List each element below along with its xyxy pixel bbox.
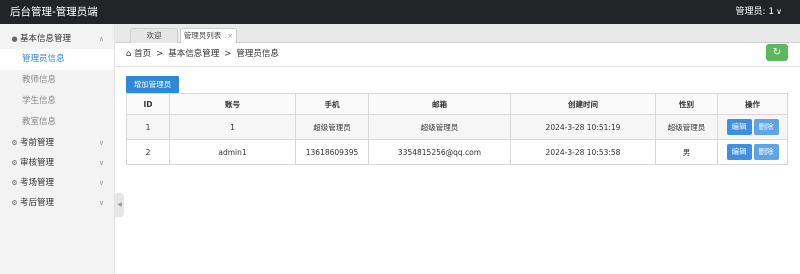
user-icon: ● xyxy=(11,35,18,43)
home-icon: ⌂ xyxy=(126,49,132,59)
gear-icon: ⚙ xyxy=(11,199,18,207)
table-header-row: ID 账号 手机 邮箱 创建时间 性别 操作 xyxy=(126,93,788,115)
sidebar-group-label: 审核管理 xyxy=(20,158,55,168)
sidebar-group-label: 考场管理 xyxy=(20,178,55,188)
app-title: 后台管理-管理员端 xyxy=(10,6,98,18)
gear-icon: ⚙ xyxy=(11,159,18,167)
sidebar: ● 基本信息管理 ∧ 管理员信息 教师信息 学生信息 教室信息 ⚙ 考前管理 ∨ ⚙… xyxy=(0,24,115,274)
breadcrumb-separator: > xyxy=(224,49,232,59)
column-header-phone: 手机 xyxy=(295,93,369,115)
cell-account: 1 xyxy=(169,114,296,140)
gear-icon: ⚙ xyxy=(11,179,18,187)
user-label: 管理员: 1 xyxy=(735,7,775,17)
sidebar-group-review[interactable]: ⚙ 审核管理 ∨ xyxy=(0,153,114,173)
edit-button[interactable]: 编辑 xyxy=(726,144,752,160)
tab-welcome[interactable]: 欢迎 xyxy=(130,28,178,43)
top-bar: 后台管理-管理员端 管理员: 1 ∨ xyxy=(0,0,800,24)
cell-account: admin1 xyxy=(169,139,296,165)
chevron-up-icon: ∧ xyxy=(98,35,104,43)
column-header-account: 账号 xyxy=(169,93,296,115)
cell-email: 超级管理员 xyxy=(368,114,511,140)
add-admin-button[interactable]: 增加管理员 xyxy=(126,76,179,93)
sidebar-item-admin-info[interactable]: 管理员信息 xyxy=(0,49,114,70)
chevron-down-icon: ∨ xyxy=(776,7,782,16)
refresh-button[interactable]: ↻ xyxy=(766,44,788,61)
cell-gender: 超级管理员 xyxy=(655,114,718,140)
chevron-down-icon: ∨ xyxy=(98,199,104,207)
cell-id: 1 xyxy=(126,114,170,140)
cell-id: 2 xyxy=(126,139,170,165)
sidebar-group-exam-room[interactable]: ⚙ 考场管理 ∨ xyxy=(0,173,114,193)
sidebar-item-student-info[interactable]: 学生信息 xyxy=(0,91,114,112)
gear-icon: ⚙ xyxy=(11,139,18,147)
column-header-created-time: 创建时间 xyxy=(510,93,656,115)
tab-bar: 欢迎 管理员列表 × xyxy=(115,24,800,43)
tab-label: 欢迎 xyxy=(146,31,162,40)
tab-admin-list[interactable]: 管理员列表 × xyxy=(180,28,237,43)
breadcrumb-separator: > xyxy=(156,49,164,59)
sidebar-group-pre-exam[interactable]: ⚙ 考前管理 ∨ xyxy=(0,133,114,153)
cell-email: 3354815256@qq.com xyxy=(368,139,511,165)
sidebar-group-label: 基本信息管理 xyxy=(20,34,72,44)
column-header-id: ID xyxy=(126,93,170,115)
breadcrumb-level1[interactable]: 基本信息管理 xyxy=(168,49,219,59)
chevron-down-icon: ∨ xyxy=(98,179,104,187)
sidebar-item-teacher-info[interactable]: 教师信息 xyxy=(0,70,114,91)
user-menu[interactable]: 管理员: 1 ∨ xyxy=(736,0,782,24)
table-row: 2 admin1 13618609395 3354815256@qq.com 2… xyxy=(126,139,788,165)
sidebar-item-classroom-info[interactable]: 教室信息 xyxy=(0,112,114,133)
cell-created-time: 2024-3-28 10:51:19 xyxy=(510,114,656,140)
sidebar-collapse-toggle[interactable]: ◀ xyxy=(115,193,124,217)
delete-button[interactable]: 删除 xyxy=(753,119,779,135)
cell-created-time: 2024-3-28 10:53:58 xyxy=(510,139,656,165)
column-header-email: 邮箱 xyxy=(368,93,511,115)
breadcrumb: ⌂ 首页 > 基本信息管理 > 管理员信息 xyxy=(126,48,279,60)
admin-table: ID 账号 手机 邮箱 创建时间 性别 操作 1 1 超级管理员 超级管理员 2… xyxy=(126,93,788,165)
chevron-down-icon: ∨ xyxy=(98,159,104,167)
sidebar-group-basic-info[interactable]: ● 基本信息管理 ∧ xyxy=(0,29,114,49)
edit-button[interactable]: 编辑 xyxy=(726,119,752,135)
column-header-actions: 操作 xyxy=(717,93,788,115)
cell-actions: 编辑 删除 xyxy=(717,139,788,165)
sidebar-group-label: 考前管理 xyxy=(20,138,55,148)
sidebar-group-post-exam[interactable]: ⚙ 考后管理 ∨ xyxy=(0,193,114,213)
chevron-down-icon: ∨ xyxy=(98,139,104,147)
refresh-icon: ↻ xyxy=(772,47,782,58)
cell-phone: 超级管理员 xyxy=(295,114,369,140)
delete-button[interactable]: 删除 xyxy=(753,144,779,160)
tab-label: 管理员列表 xyxy=(183,31,222,40)
cell-phone: 13618609395 xyxy=(295,139,369,165)
cell-gender: 男 xyxy=(655,139,718,165)
content-divider xyxy=(115,66,800,67)
close-icon[interactable]: × xyxy=(227,32,233,40)
breadcrumb-current: 管理员信息 xyxy=(236,49,279,59)
cell-actions: 编辑 删除 xyxy=(717,114,788,140)
column-header-gender: 性别 xyxy=(655,93,718,115)
table-row: 1 1 超级管理员 超级管理员 2024-3-28 10:51:19 超级管理员… xyxy=(126,114,788,140)
sidebar-group-label: 考后管理 xyxy=(20,198,55,208)
breadcrumb-home[interactable]: 首页 xyxy=(134,49,151,59)
